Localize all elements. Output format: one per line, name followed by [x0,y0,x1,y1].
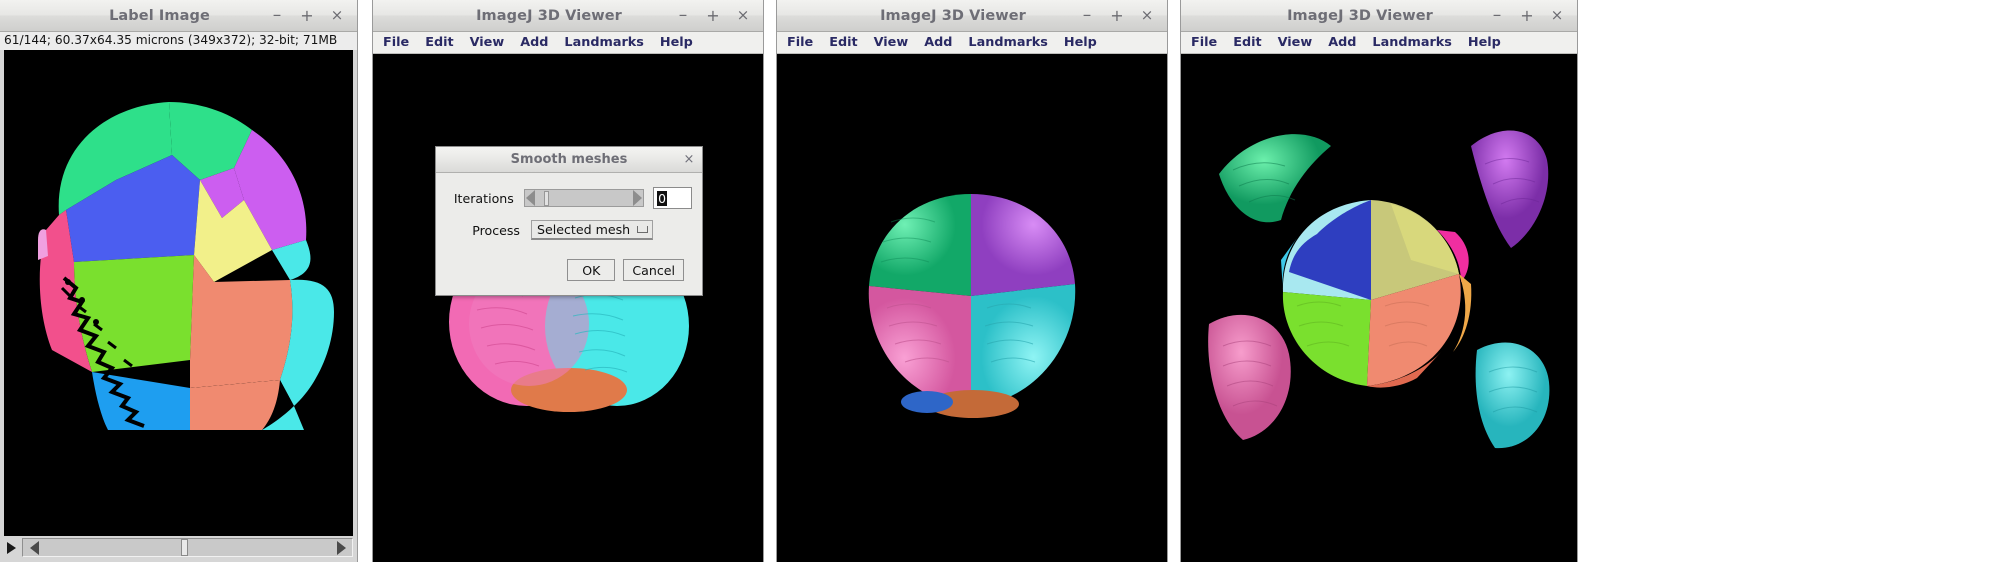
iterations-input[interactable]: 0 [653,187,692,209]
menu-file[interactable]: File [383,35,409,50]
maximize-icon[interactable]: + [705,7,721,24]
menu-help[interactable]: Help [1064,35,1097,50]
menu-landmarks[interactable]: Landmarks [968,35,1047,50]
menu-add[interactable]: Add [520,35,548,50]
window-controls: – + × [269,7,351,24]
close-icon[interactable]: × [329,8,345,24]
minimize-icon[interactable]: – [675,7,691,24]
chevron-down-icon [637,226,649,233]
process-label: Process [472,222,520,238]
desktop: Label Image – + × 61/144; 60.37x64.35 mi… [0,0,1994,562]
iterations-label: Iterations [453,190,514,206]
window-controls: – + × [1079,7,1161,24]
maximize-icon[interactable]: + [1519,7,1535,24]
process-value: Selected mesh [537,222,631,237]
window-label-image[interactable]: Label Image – + × 61/144; 60.37x64.35 mi… [0,0,358,562]
titlebar-3d-viewer-1[interactable]: ImageJ 3D Viewer – + × [373,0,763,32]
menu-add[interactable]: Add [1328,35,1356,50]
left-arrow-icon[interactable] [23,539,45,556]
label-image-canvas-wrap [0,50,357,536]
menu-file[interactable]: File [1191,35,1217,50]
menu-view[interactable]: View [874,35,909,50]
slice-scroll-row[interactable] [0,536,357,562]
mesh-render-2 [868,194,1076,418]
window-controls: – + × [675,7,757,24]
menu-file[interactable]: File [787,35,813,50]
dialog-body: Iterations 0 Process Selected mesh OK Ca… [436,173,702,295]
image-status-text: 61/144; 60.37x64.35 microns (349x372); 3… [0,32,357,50]
maximize-icon[interactable]: + [1109,7,1125,24]
menu-help[interactable]: Help [660,35,693,50]
window-3d-viewer-3[interactable]: ImageJ 3D Viewer – + × File Edit View Ad… [1180,0,1578,562]
close-icon[interactable]: × [735,8,751,24]
titlebar-3d-viewer-2[interactable]: ImageJ 3D Viewer – + × [777,0,1167,32]
slider-thumb[interactable] [543,191,549,206]
window-3d-viewer-1[interactable]: ImageJ 3D Viewer – + × File Edit View Ad… [372,0,764,562]
dialog-title-text: Smooth meshes [510,152,628,167]
menu-edit[interactable]: Edit [1233,35,1261,50]
menu-edit[interactable]: Edit [425,35,453,50]
window-title: ImageJ 3D Viewer [1287,7,1433,24]
slider-left-arrow-icon[interactable] [525,190,535,206]
menu-landmarks[interactable]: Landmarks [564,35,643,50]
label-image-canvas[interactable] [4,50,353,536]
window-controls: – + × [1489,7,1571,24]
window-title: Label Image [109,7,210,24]
close-icon[interactable]: × [1139,8,1155,24]
slice-scrollbar[interactable] [22,538,353,557]
close-icon[interactable]: × [682,152,696,167]
window-title: ImageJ 3D Viewer [880,7,1026,24]
dialog-titlebar[interactable]: Smooth meshes × [436,147,702,173]
cancel-button[interactable]: Cancel [623,259,684,281]
menubar-3d-viewer-1: File Edit View Add Landmarks Help [373,32,763,54]
viewer-canvas-2[interactable] [777,54,1167,562]
scrollbar-thumb[interactable] [181,539,188,556]
segmented-label-render [4,102,353,430]
minimize-icon[interactable]: – [269,7,285,24]
dialog-smooth-meshes[interactable]: Smooth meshes × Iterations 0 Process Sel… [435,146,703,296]
menubar-3d-viewer-2: File Edit View Add Landmarks Help [777,32,1167,54]
menu-view[interactable]: View [470,35,505,50]
viewer-canvas-3[interactable] [1181,54,1577,562]
mesh-render-1 [449,182,689,412]
process-row: Process Selected mesh [446,220,692,240]
close-icon[interactable]: × [1549,8,1565,24]
process-select[interactable]: Selected mesh [531,220,654,240]
slider-right-arrow-icon[interactable] [633,190,643,206]
ok-button[interactable]: OK [567,259,616,281]
menu-help[interactable]: Help [1468,35,1501,50]
iterations-slider[interactable] [523,189,645,207]
window-title: ImageJ 3D Viewer [476,7,622,24]
play-icon[interactable] [3,539,19,557]
iterations-row: Iterations 0 [446,187,692,209]
minimize-icon[interactable]: – [1079,7,1095,24]
titlebar-label-image[interactable]: Label Image – + × [0,0,357,32]
viewer-canvas-1[interactable] [373,54,763,562]
titlebar-3d-viewer-3[interactable]: ImageJ 3D Viewer – + × [1181,0,1577,32]
window-3d-viewer-2[interactable]: ImageJ 3D Viewer – + × File Edit View Ad… [776,0,1168,562]
menu-view[interactable]: View [1278,35,1313,50]
iterations-value: 0 [657,190,667,206]
menu-add[interactable]: Add [924,35,952,50]
dialog-buttons: OK Cancel [446,251,692,281]
menubar-3d-viewer-3: File Edit View Add Landmarks Help [1181,32,1577,54]
maximize-icon[interactable]: + [299,7,315,24]
menu-landmarks[interactable]: Landmarks [1372,35,1451,50]
menu-edit[interactable]: Edit [829,35,857,50]
right-arrow-icon[interactable] [330,539,352,556]
minimize-icon[interactable]: – [1489,7,1505,24]
mesh-render-3-exploded [1208,130,1550,449]
